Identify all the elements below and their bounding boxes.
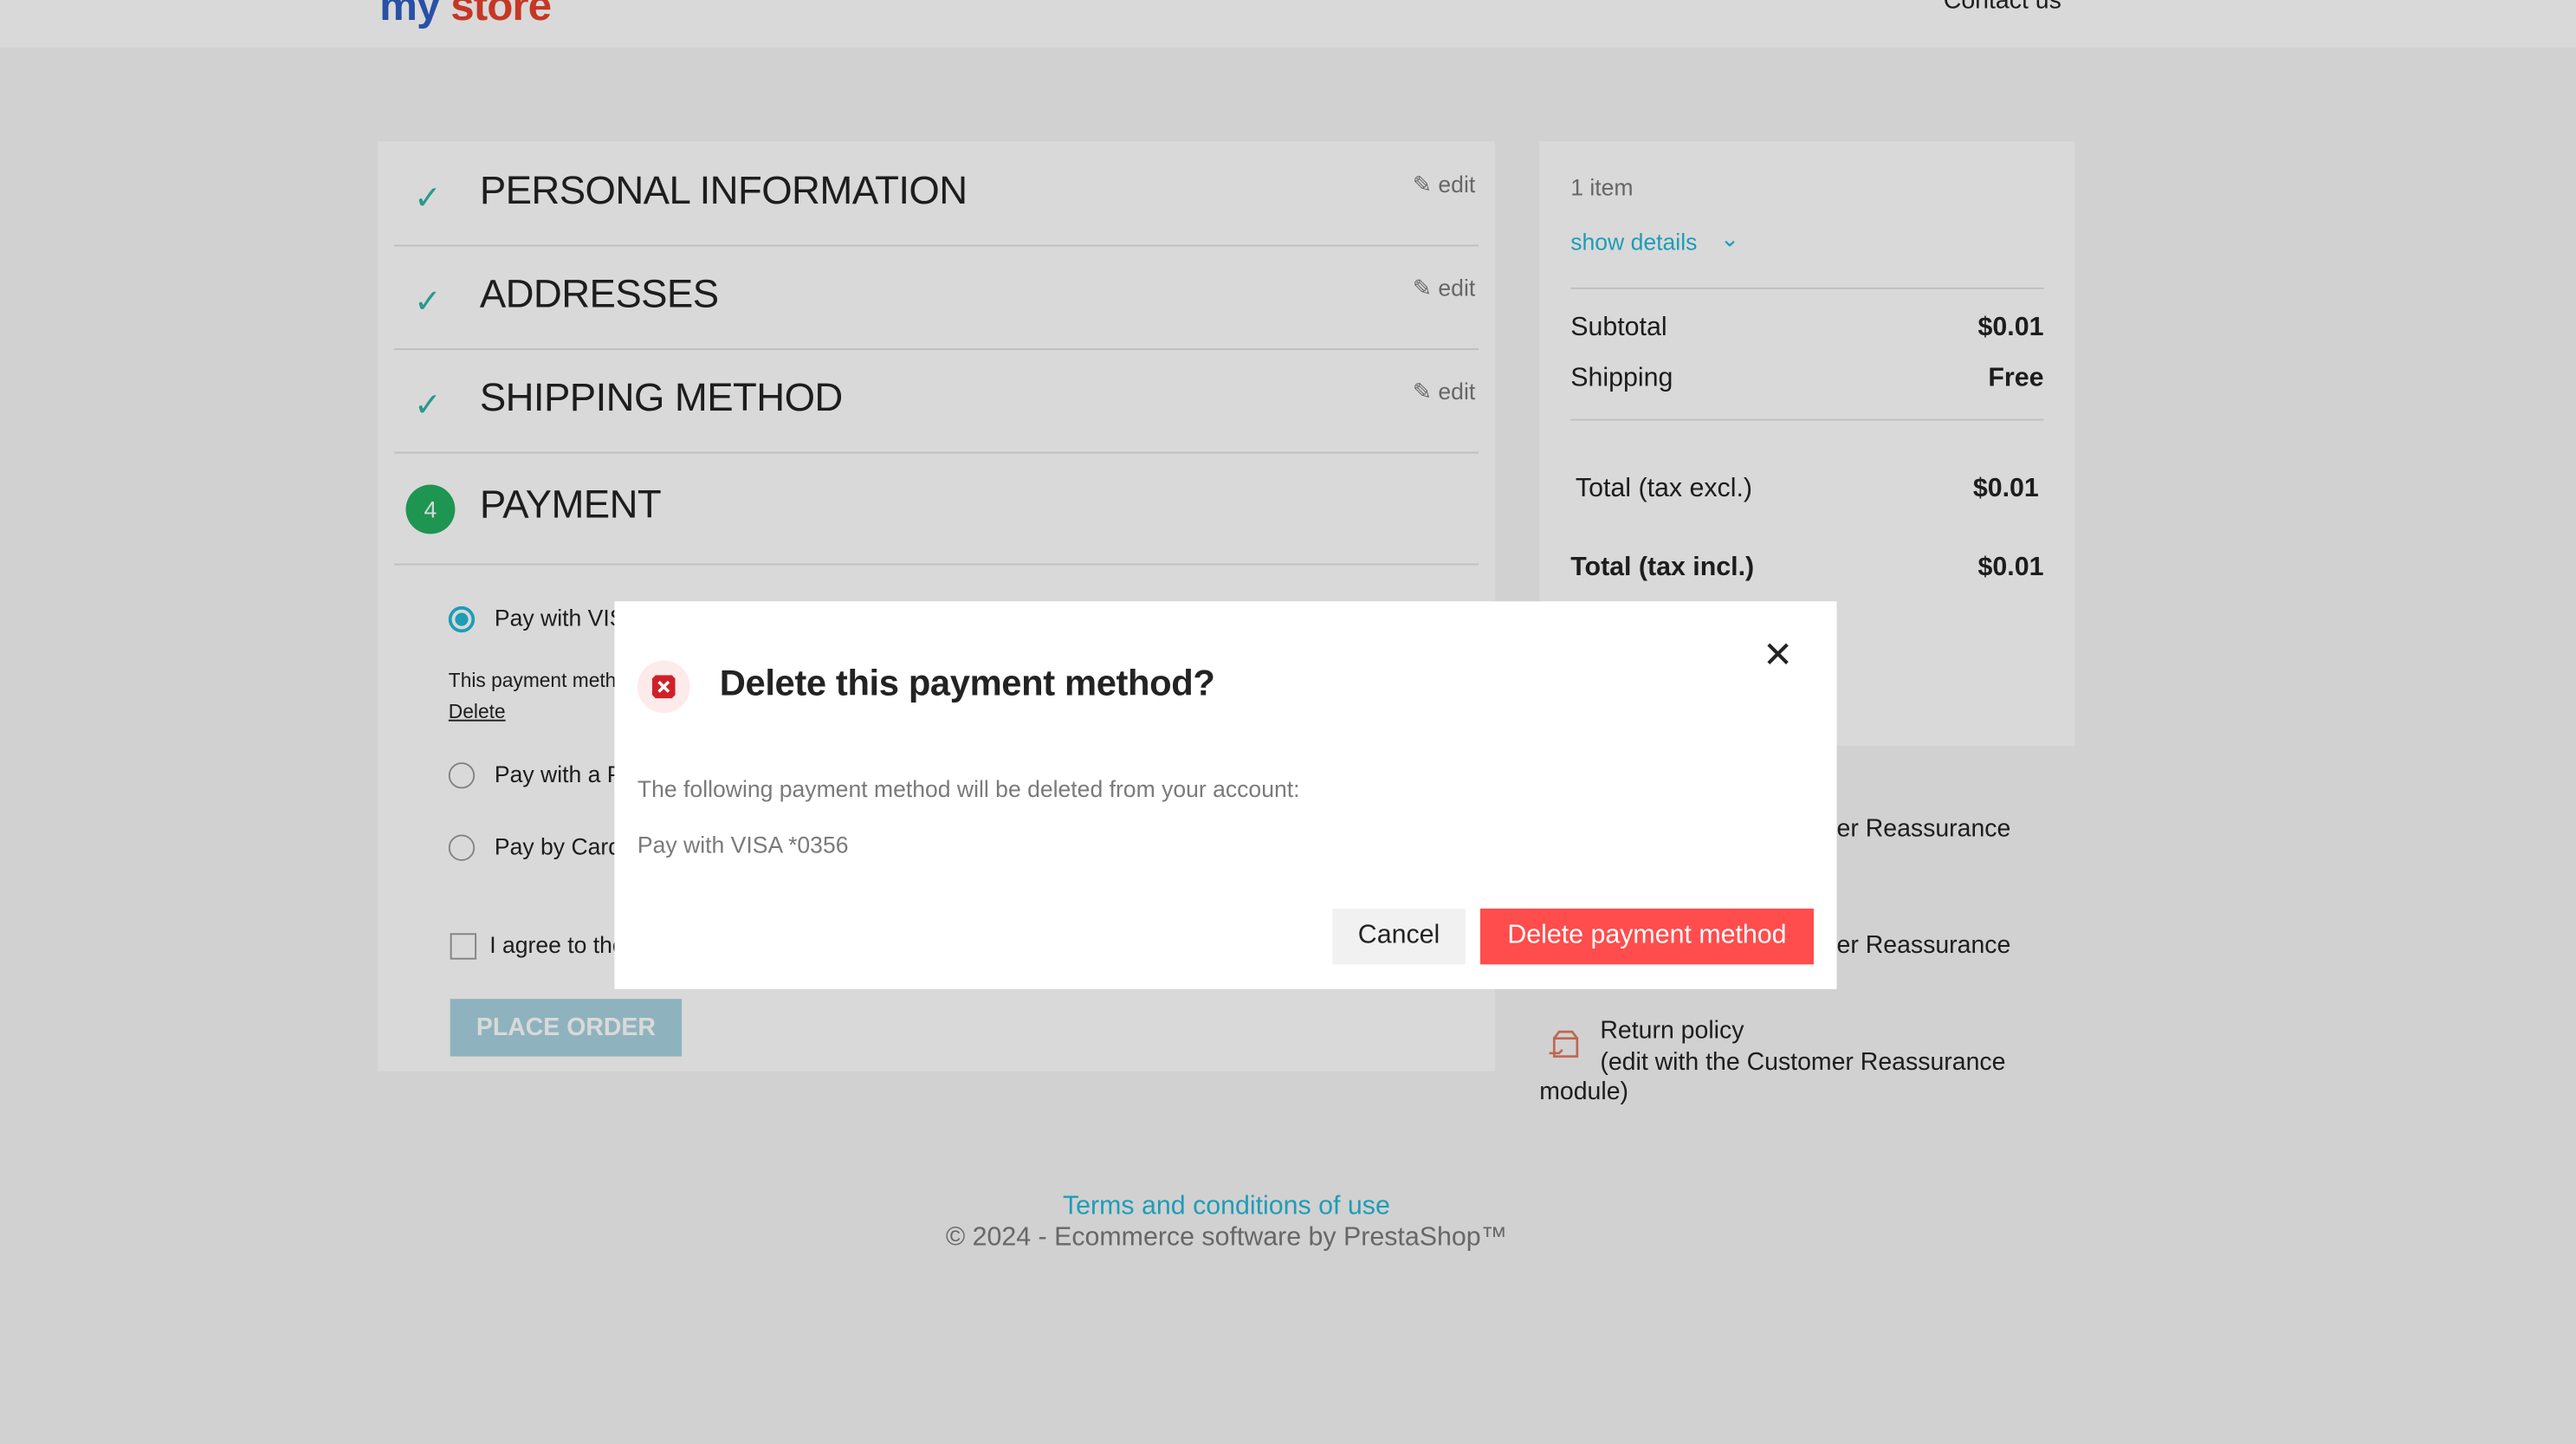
modal-message: The following payment method will be del… — [637, 775, 1300, 802]
delete-icon-circle — [637, 660, 690, 714]
shield-x-icon — [651, 675, 676, 699]
cancel-button[interactable]: Cancel — [1332, 908, 1466, 965]
modal-payment-method: Pay with VISA *0356 — [637, 831, 849, 858]
page: my store Contact us ✓ PERSONAL INFORMATI… — [0, 0, 2576, 1444]
close-icon[interactable]: ✕ — [1763, 634, 1793, 677]
delete-payment-method-button[interactable]: Delete payment method — [1479, 908, 1814, 965]
modal-title: Delete this payment method? — [719, 662, 1215, 703]
delete-payment-modal: Delete this payment method? ✕ The follow… — [614, 601, 1837, 989]
